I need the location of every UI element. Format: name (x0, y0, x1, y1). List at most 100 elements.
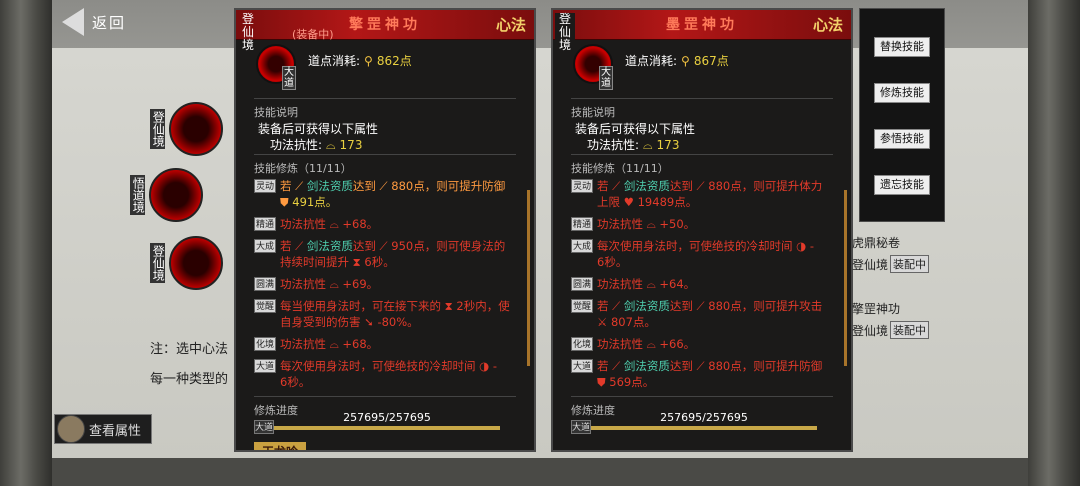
progress-value: 257695/257695 (660, 411, 748, 424)
skill-info-row: 大道 道点消耗: ⚲ 862点 (236, 40, 534, 96)
tier-tag: 灵动 (254, 179, 276, 193)
tier-tag: 圆满 (254, 277, 276, 291)
forget-skill-button[interactable]: 遗忘技能 (874, 175, 930, 195)
desc-text: 装备后可获得以下属性 (258, 122, 379, 136)
resist-icon: ⌓ (326, 138, 336, 152)
cost-label: 道点消耗: (308, 54, 361, 68)
note-line: 注：选中心法 (150, 342, 229, 357)
replace-skill-button[interactable]: 替换技能 (874, 37, 930, 57)
equipped-badge: 装配中 (890, 321, 930, 339)
skill-panel-compare: 登仙境 墨罡神功 心法 大道 道点消耗: ⚲ 867点 技能说明 装备后可获得以下属… (551, 8, 853, 452)
stat-label: 功法抗性: (270, 138, 323, 152)
tier-text: 若 ⟋ 剑法资质达到 ⟋ 880点，则可提升防御 ⛊ 491点。 (280, 179, 506, 209)
comprehend-skill-button[interactable]: 参悟技能 (874, 129, 930, 149)
skill-title: 擎罡神功 (349, 17, 421, 33)
side-list-item[interactable]: 虎鼎秘卷 登仙境 装配中 (852, 234, 932, 273)
tier-tag: 精通 (571, 217, 593, 231)
stat-value: 173 (656, 138, 680, 152)
left-pillar (0, 0, 52, 486)
xinfa-emblem: 心法 (812, 16, 843, 34)
tier-tag: 大成 (571, 239, 593, 253)
divider (254, 98, 516, 99)
tier-tag: 精通 (254, 217, 276, 231)
tier-tag: 觉醒 (571, 299, 593, 313)
side-item-realm: 登仙境 (852, 323, 889, 338)
progress-tier-tag: 大道 (571, 420, 591, 434)
scrollbar[interactable] (527, 190, 530, 366)
realm-label: 悟道境 (130, 175, 146, 215)
skill-title: 墨罡神功 (666, 17, 738, 33)
robed-figure-icon (149, 168, 204, 222)
tier-badge: 大道 (599, 66, 613, 90)
tier-text: 功法抗性 ⌓ +64。 (597, 277, 696, 291)
character-avatar-icon (57, 415, 85, 443)
right-pillar (1028, 0, 1080, 486)
tier-text: 每当使用身法时，可在接下来的 ⧗ 2秒内，使 自身受到的伤害 ➘ -80%。 (280, 299, 510, 329)
tier-text: 功法抗性 ⌓ +66。 (597, 337, 696, 351)
desc-header: 技能说明 (571, 106, 615, 119)
back-button[interactable]: 返回 (62, 8, 126, 36)
panel-header: 登仙境 墨罡神功 心法 (553, 10, 851, 52)
note-line: 每一种类型的 (150, 372, 229, 387)
resist-icon: ⌓ (643, 138, 653, 152)
stat-label: 功法抗性: (587, 138, 640, 152)
skill-panel-equipped: 登仙境 擎罡神功 (装备中) 心法 大道 道点消耗: ⚲ 862点 技能说明 装备后… (234, 8, 536, 452)
action-menu: 替换技能 修炼技能 参悟技能 遗忘技能 (859, 8, 945, 222)
tier-text: 若 ⟋ 剑法资质达到 ⟋ 950点，则可使身法的 持续时间提升 ⧗ 6秒。 (280, 239, 506, 269)
stat-line: 功法抗性: ⌓ 173 (587, 136, 679, 153)
tier-text: 若 ⟋ 剑法资质达到 ⟋ 880点，则可提升防御 ⛊ 569点。 (597, 359, 823, 389)
tier-text: 若 ⟋ 剑法资质达到 ⟋ 880点，则可提升攻击 ⚔ 807点。 (597, 299, 823, 329)
back-label: 返回 (92, 13, 127, 32)
skill-info-row: 大道 道点消耗: ⚲ 867点 (553, 40, 851, 96)
tier-tag: 大道 (254, 359, 276, 373)
realm-item-2[interactable]: 悟道境 (130, 168, 204, 222)
cost-value: 862点 (376, 54, 412, 68)
xinfa-emblem: 心法 (495, 16, 526, 34)
train-header: 技能修炼（11/11） (254, 162, 352, 175)
divider (571, 98, 833, 99)
demon-mask-icon (169, 236, 224, 290)
divider (254, 396, 516, 397)
scrollbar[interactable] (844, 190, 847, 366)
side-item-realm: 登仙境 (852, 257, 889, 272)
progress-bar (589, 426, 817, 430)
tier-tag: 圆满 (571, 277, 593, 291)
desc-header: 技能说明 (254, 106, 298, 119)
cost-line: 道点消耗: ⚲ 867点 (625, 52, 729, 69)
stat-value: 173 (339, 138, 363, 152)
tier-text: 每次使用身法时，可使绝技的冷却时间 ◑ -6秒。 (597, 239, 814, 269)
tier-tag: 大成 (254, 239, 276, 253)
train-skill-button[interactable]: 修炼技能 (874, 83, 930, 103)
cost-value: 867点 (693, 54, 729, 68)
panel-header: 登仙境 擎罡神功 (装备中) 心法 (236, 10, 534, 52)
divider (571, 154, 833, 155)
divider (254, 154, 516, 155)
demon-mask-icon (169, 102, 224, 156)
cost-label: 道点消耗: (625, 54, 678, 68)
progress-bar (272, 426, 500, 430)
side-list-item[interactable]: 擎罡神功 登仙境 装配中 (852, 300, 932, 339)
floor-strip (0, 458, 1080, 486)
tier-badge: 大道 (282, 66, 296, 90)
tier-text: 若 ⟋ 剑法资质达到 ⟋ 880点，则可提升体力 上限 ♥ 19489点。 (597, 179, 823, 209)
tier-tag: 灵动 (571, 179, 593, 193)
cost-line: 道点消耗: ⚲ 862点 (308, 52, 412, 69)
side-item-name: 擎罡神功 (852, 302, 901, 316)
tier-text: 功法抗性 ⌓ +68。 (280, 337, 379, 351)
desc-text: 装备后可获得以下属性 (575, 122, 696, 136)
tier-tag: 觉醒 (254, 299, 276, 313)
view-attributes-button[interactable]: 查看属性 (54, 414, 152, 444)
realm-item-3[interactable]: 登仙境 (150, 236, 224, 290)
tier-tag: 大道 (571, 359, 593, 373)
progress-tier-tag: 大道 (254, 420, 274, 434)
tier-text: 每次使用身法时，可使绝技的冷却时间 ◑ -6秒。 (280, 359, 497, 389)
progress-value: 257695/257695 (343, 411, 431, 424)
realm-item-1[interactable]: 登仙境 (150, 102, 224, 156)
divider (571, 396, 833, 397)
side-item-name: 虎鼎秘卷 (852, 236, 901, 250)
dao-point-icon: ⚲ (681, 54, 690, 68)
train-header: 技能修炼（11/11） (571, 162, 669, 175)
item-button[interactable]: 玉龙吟 (254, 442, 306, 450)
tier-text: 功法抗性 ⌓ +69。 (280, 277, 379, 291)
tier-tag: 化境 (254, 337, 276, 351)
